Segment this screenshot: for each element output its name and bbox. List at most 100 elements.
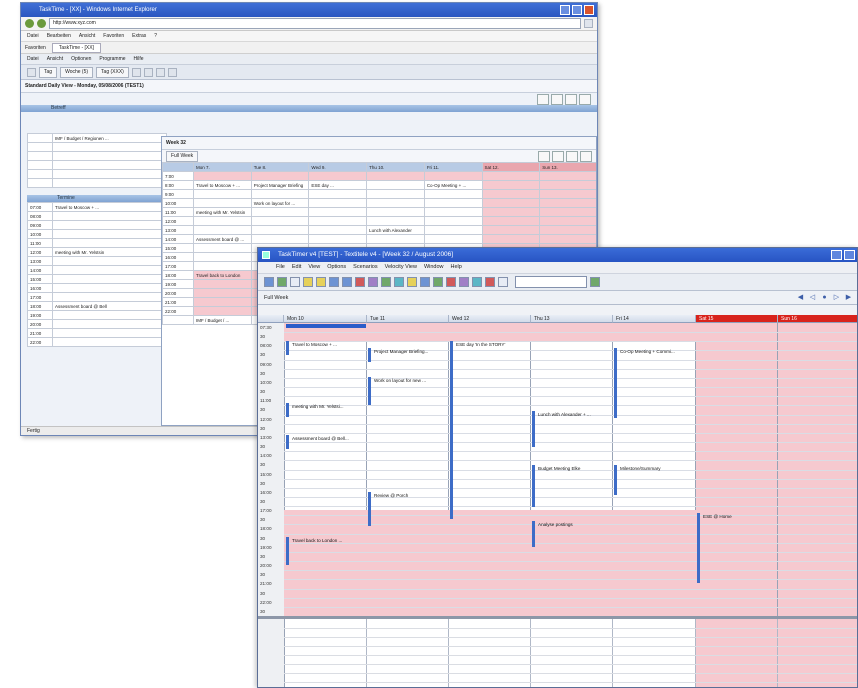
menu-favoriten[interactable]: Favoriten bbox=[103, 31, 124, 41]
grid-icon[interactable] bbox=[131, 67, 141, 77]
list-icon[interactable] bbox=[143, 67, 153, 77]
event-tue-2[interactable]: Work on layout for new ... bbox=[368, 377, 448, 405]
week-view-dropdown[interactable]: Full Week bbox=[166, 150, 199, 162]
week-cell[interactable]: Project Manager Briefing bbox=[250, 180, 310, 190]
event-thu-2[interactable]: Budget Meeting Elke bbox=[532, 465, 612, 507]
appointment-cell[interactable] bbox=[52, 328, 167, 338]
week-cell[interactable]: Assessment board @ ... bbox=[193, 234, 252, 244]
menu-view[interactable]: View bbox=[308, 262, 320, 273]
week-note[interactable]: IMF / Budget / ... bbox=[193, 315, 252, 325]
back-icon[interactable] bbox=[25, 19, 34, 28]
week-cell[interactable] bbox=[539, 225, 596, 235]
nav-last-icon[interactable]: ▶ bbox=[844, 293, 853, 302]
task-col-fri[interactable] bbox=[613, 619, 696, 687]
week-cell[interactable] bbox=[481, 180, 541, 190]
browser-tab[interactable]: TaskTime - [XX] bbox=[51, 42, 101, 53]
week-nav-first[interactable] bbox=[538, 151, 550, 162]
appointment-cell[interactable] bbox=[52, 319, 167, 329]
app-menu-optionen[interactable]: Optionen bbox=[71, 54, 91, 64]
stop-icon[interactable] bbox=[355, 277, 365, 287]
week-cell[interactable] bbox=[539, 234, 596, 244]
week-cell[interactable] bbox=[366, 189, 425, 199]
task-col-wed[interactable] bbox=[449, 619, 531, 687]
week-cell[interactable] bbox=[366, 207, 425, 217]
event-mon-4[interactable]: Travel back to London ... bbox=[286, 537, 366, 565]
calendar-icon[interactable] bbox=[27, 67, 36, 77]
week-cell[interactable]: meeting with Mr. Yelstsin bbox=[193, 207, 252, 217]
event-mon-2[interactable]: meeting with Mr. Yelstsi... bbox=[286, 403, 366, 417]
appointment-cell[interactable] bbox=[52, 310, 167, 320]
alarm-icon[interactable] bbox=[446, 277, 456, 287]
week-day-header[interactable]: Fri 11. bbox=[423, 162, 483, 172]
day-header-sun[interactable]: Sun 16 bbox=[778, 315, 857, 323]
week-cell[interactable] bbox=[481, 198, 541, 208]
help-icon[interactable] bbox=[498, 277, 508, 287]
menu-scenarios[interactable]: Scenarios bbox=[353, 262, 377, 273]
front-maximize-button[interactable] bbox=[844, 250, 855, 260]
week-cell[interactable]: Travel to Moscow + ... bbox=[193, 180, 252, 190]
app-menu-hilfe[interactable]: Hilfe bbox=[134, 54, 144, 64]
new-icon[interactable] bbox=[264, 277, 274, 287]
event-mon-3[interactable]: Assessment board @ Bell... bbox=[286, 435, 366, 449]
event-wed-1[interactable]: ESE day 'In the STORY' bbox=[450, 341, 530, 519]
nav-first-button[interactable] bbox=[537, 93, 549, 105]
appointment-cell[interactable] bbox=[52, 265, 167, 275]
appointment-cell[interactable]: Assessment board @ Bell bbox=[52, 301, 167, 311]
appointment-cell[interactable] bbox=[52, 220, 167, 230]
week-cell[interactable] bbox=[193, 216, 252, 226]
report-icon[interactable] bbox=[381, 277, 391, 287]
task-col-sun[interactable] bbox=[778, 619, 857, 687]
close-button[interactable] bbox=[584, 5, 594, 15]
week-cell[interactable] bbox=[250, 207, 310, 217]
week-cell[interactable] bbox=[193, 279, 252, 289]
delete-icon[interactable] bbox=[485, 277, 495, 287]
week-cell[interactable] bbox=[250, 225, 310, 235]
week-cell[interactable] bbox=[308, 171, 368, 181]
minimize-button[interactable] bbox=[560, 5, 570, 15]
menu-velocity-view[interactable]: Velocity View bbox=[385, 262, 417, 273]
week-cell[interactable] bbox=[423, 234, 483, 244]
nav-first-icon[interactable]: ◀ bbox=[796, 293, 805, 302]
menu-datei[interactable]: Datei bbox=[27, 31, 39, 41]
week-cell[interactable]: ESE day ... bbox=[308, 180, 368, 190]
week-nav-next[interactable] bbox=[566, 151, 578, 162]
week-nav-last[interactable] bbox=[580, 151, 592, 162]
menu-help[interactable]: ? bbox=[154, 31, 157, 41]
task-col-thu[interactable] bbox=[531, 619, 613, 687]
week-cell[interactable] bbox=[308, 207, 368, 217]
view-selector[interactable]: Full Week bbox=[264, 295, 288, 301]
week-cell[interactable] bbox=[250, 171, 310, 181]
nav-today-icon[interactable]: ● bbox=[820, 293, 829, 302]
nav-prev-button[interactable] bbox=[551, 93, 563, 105]
week-cell[interactable] bbox=[193, 288, 252, 298]
day-header-thu[interactable]: Thu 13 bbox=[531, 315, 613, 323]
task-col-mon[interactable] bbox=[284, 619, 367, 687]
week-cell[interactable]: Travel back to London bbox=[193, 270, 252, 280]
appointment-cell[interactable] bbox=[52, 211, 167, 221]
week-cell[interactable] bbox=[193, 297, 252, 307]
week-cell[interactable] bbox=[193, 243, 252, 253]
forward-icon[interactable] bbox=[37, 19, 46, 28]
menu-extras[interactable]: Extras bbox=[132, 31, 146, 41]
appointment-cell[interactable] bbox=[52, 292, 167, 302]
settings-icon[interactable] bbox=[459, 277, 469, 287]
week-nav-prev[interactable] bbox=[552, 151, 564, 162]
week-cell[interactable] bbox=[193, 171, 252, 181]
search-input[interactable] bbox=[515, 276, 587, 288]
appointment-cell[interactable]: Travel to Moscow + ... bbox=[52, 202, 167, 212]
menu-options[interactable]: Options bbox=[327, 262, 346, 273]
globe-icon[interactable] bbox=[472, 277, 482, 287]
week-cell[interactable] bbox=[193, 261, 252, 271]
appointment-cell[interactable] bbox=[52, 274, 167, 284]
appointment-cell[interactable] bbox=[52, 229, 167, 239]
week-button[interactable]: Woche (5) bbox=[60, 66, 94, 78]
folder-icon[interactable] bbox=[316, 277, 326, 287]
week-day-header[interactable]: Mon 7. bbox=[193, 162, 252, 172]
week-cell[interactable] bbox=[193, 225, 252, 235]
week-cell[interactable] bbox=[366, 198, 425, 208]
week-cell[interactable] bbox=[481, 189, 541, 199]
event-mon-1[interactable]: Travel to Moscow + ... bbox=[286, 341, 366, 355]
copy-icon[interactable] bbox=[329, 277, 339, 287]
week-cell[interactable] bbox=[481, 171, 541, 181]
check-icon[interactable] bbox=[433, 277, 443, 287]
